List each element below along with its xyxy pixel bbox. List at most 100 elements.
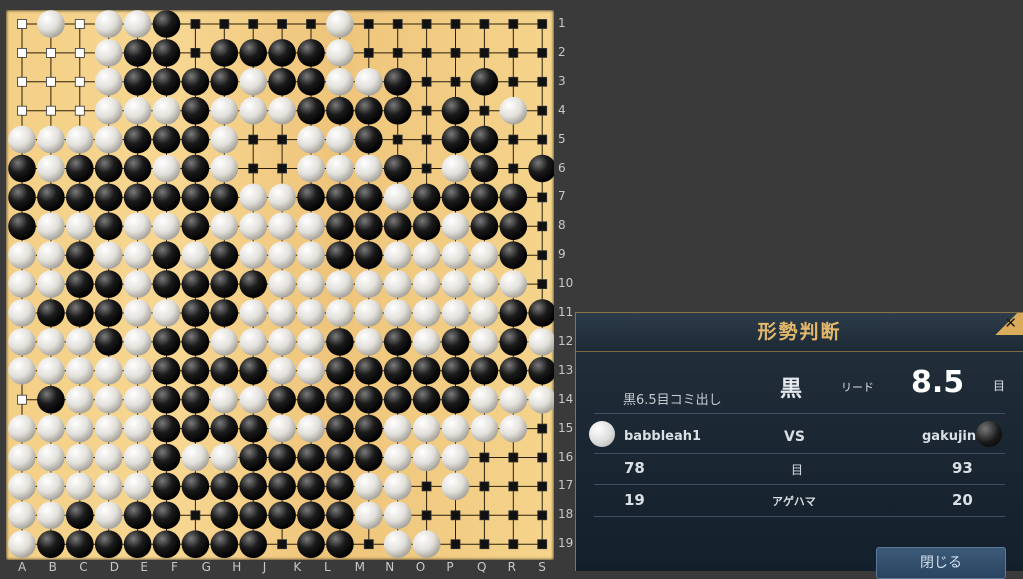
white-stone: [412, 414, 441, 443]
white-stone: [326, 154, 354, 183]
territory-mark: [421, 105, 432, 116]
white-stone: [94, 125, 123, 154]
black-stone: [441, 125, 470, 154]
black-stone: [326, 241, 354, 269]
territory-mark: [479, 539, 490, 550]
white-stone: [66, 414, 94, 443]
black-stone: [94, 328, 123, 356]
white-stone: [37, 328, 65, 356]
black-stone: [152, 183, 181, 212]
territory-mark: [450, 539, 461, 550]
black-stone: [297, 443, 325, 472]
white-stone: [470, 241, 499, 269]
black-stone: [355, 414, 383, 443]
black-stone: [470, 68, 499, 96]
white-stone: [326, 68, 354, 96]
black-stone: [94, 154, 123, 183]
territory-mark: [421, 510, 432, 521]
black-stone: [326, 328, 354, 356]
divider: [594, 453, 1005, 454]
row-label: 4: [558, 102, 566, 117]
white-stone: [383, 501, 412, 530]
territory-mark: [479, 510, 490, 521]
black-stone: [152, 125, 181, 154]
black-stone: [528, 357, 554, 385]
black-stone: [239, 530, 267, 558]
territory-mark: [363, 48, 374, 58]
white-stone: [470, 270, 499, 298]
board-grid[interactable]: [6, 10, 554, 560]
black-stone: [499, 212, 528, 241]
white-stone: [123, 357, 152, 385]
white-stone: [383, 270, 412, 298]
white-stone: [152, 299, 181, 327]
black-stone: [528, 154, 554, 183]
territory-mark: [190, 19, 201, 29]
black-stone: [123, 501, 152, 530]
white-stone: [37, 125, 65, 154]
territory-mark: [479, 481, 490, 492]
white-stone: [37, 10, 65, 38]
panel-title: 形勢判断: [576, 313, 1023, 352]
white-stone: [297, 241, 325, 269]
white-stone: [383, 183, 412, 212]
black-stone: [355, 385, 383, 414]
territory-mark: [46, 76, 56, 87]
white-stone: [123, 96, 152, 125]
territory-mark: [17, 48, 27, 58]
white-stone: [8, 357, 36, 385]
close-button[interactable]: 閉じる: [876, 547, 1006, 579]
black-stone: [152, 501, 181, 530]
column-label: D: [109, 560, 120, 574]
black-stone: [94, 270, 123, 298]
white-stone: [8, 241, 36, 269]
row-label: 13: [558, 362, 574, 377]
white-stone: [412, 270, 441, 298]
white-stone: [326, 39, 354, 67]
go-board[interactable]: [6, 10, 554, 560]
black-stone: [181, 357, 210, 385]
black-stone: [239, 414, 267, 443]
territory-mark: [537, 423, 548, 434]
white-stone: [8, 270, 36, 298]
white-stone: [441, 472, 470, 501]
row-label: 15: [558, 420, 574, 435]
white-stone: [66, 125, 94, 154]
white-stone: [326, 125, 354, 154]
white-stone: [470, 414, 499, 443]
white-stone: [412, 328, 441, 356]
black-stone: [123, 39, 152, 67]
column-label: P: [446, 560, 454, 574]
white-stone: [268, 328, 296, 356]
black-stone: [94, 299, 123, 327]
column-label: N: [385, 560, 395, 574]
territory-mark: [190, 510, 201, 521]
white-stone: [123, 10, 152, 38]
white-stone: [8, 125, 36, 154]
black-stone: [355, 96, 383, 125]
column-label: M: [354, 560, 365, 574]
territory-mark: [46, 105, 56, 116]
white-stone: [66, 328, 94, 356]
white-stone: [37, 443, 65, 472]
black-stone: [210, 299, 239, 327]
black-stone: [499, 357, 528, 385]
black-stone: [37, 299, 65, 327]
territory-mark: [537, 192, 548, 203]
black-stone: [181, 414, 210, 443]
white-stone: [470, 299, 499, 327]
territory-mark: [479, 105, 490, 116]
territory-mark: [450, 19, 461, 29]
white-stone: [8, 501, 36, 530]
white-stone: [123, 328, 152, 356]
white-stone: [383, 414, 412, 443]
white-stone: [412, 299, 441, 327]
black-stone: [239, 501, 267, 530]
black-stone: [499, 241, 528, 269]
white-stone: [66, 212, 94, 241]
white-stone: [94, 96, 123, 125]
territory-mark: [508, 452, 519, 463]
white-stone: [239, 183, 267, 212]
close-icon[interactable]: ✕: [989, 313, 1023, 335]
territory-mark: [537, 279, 548, 290]
